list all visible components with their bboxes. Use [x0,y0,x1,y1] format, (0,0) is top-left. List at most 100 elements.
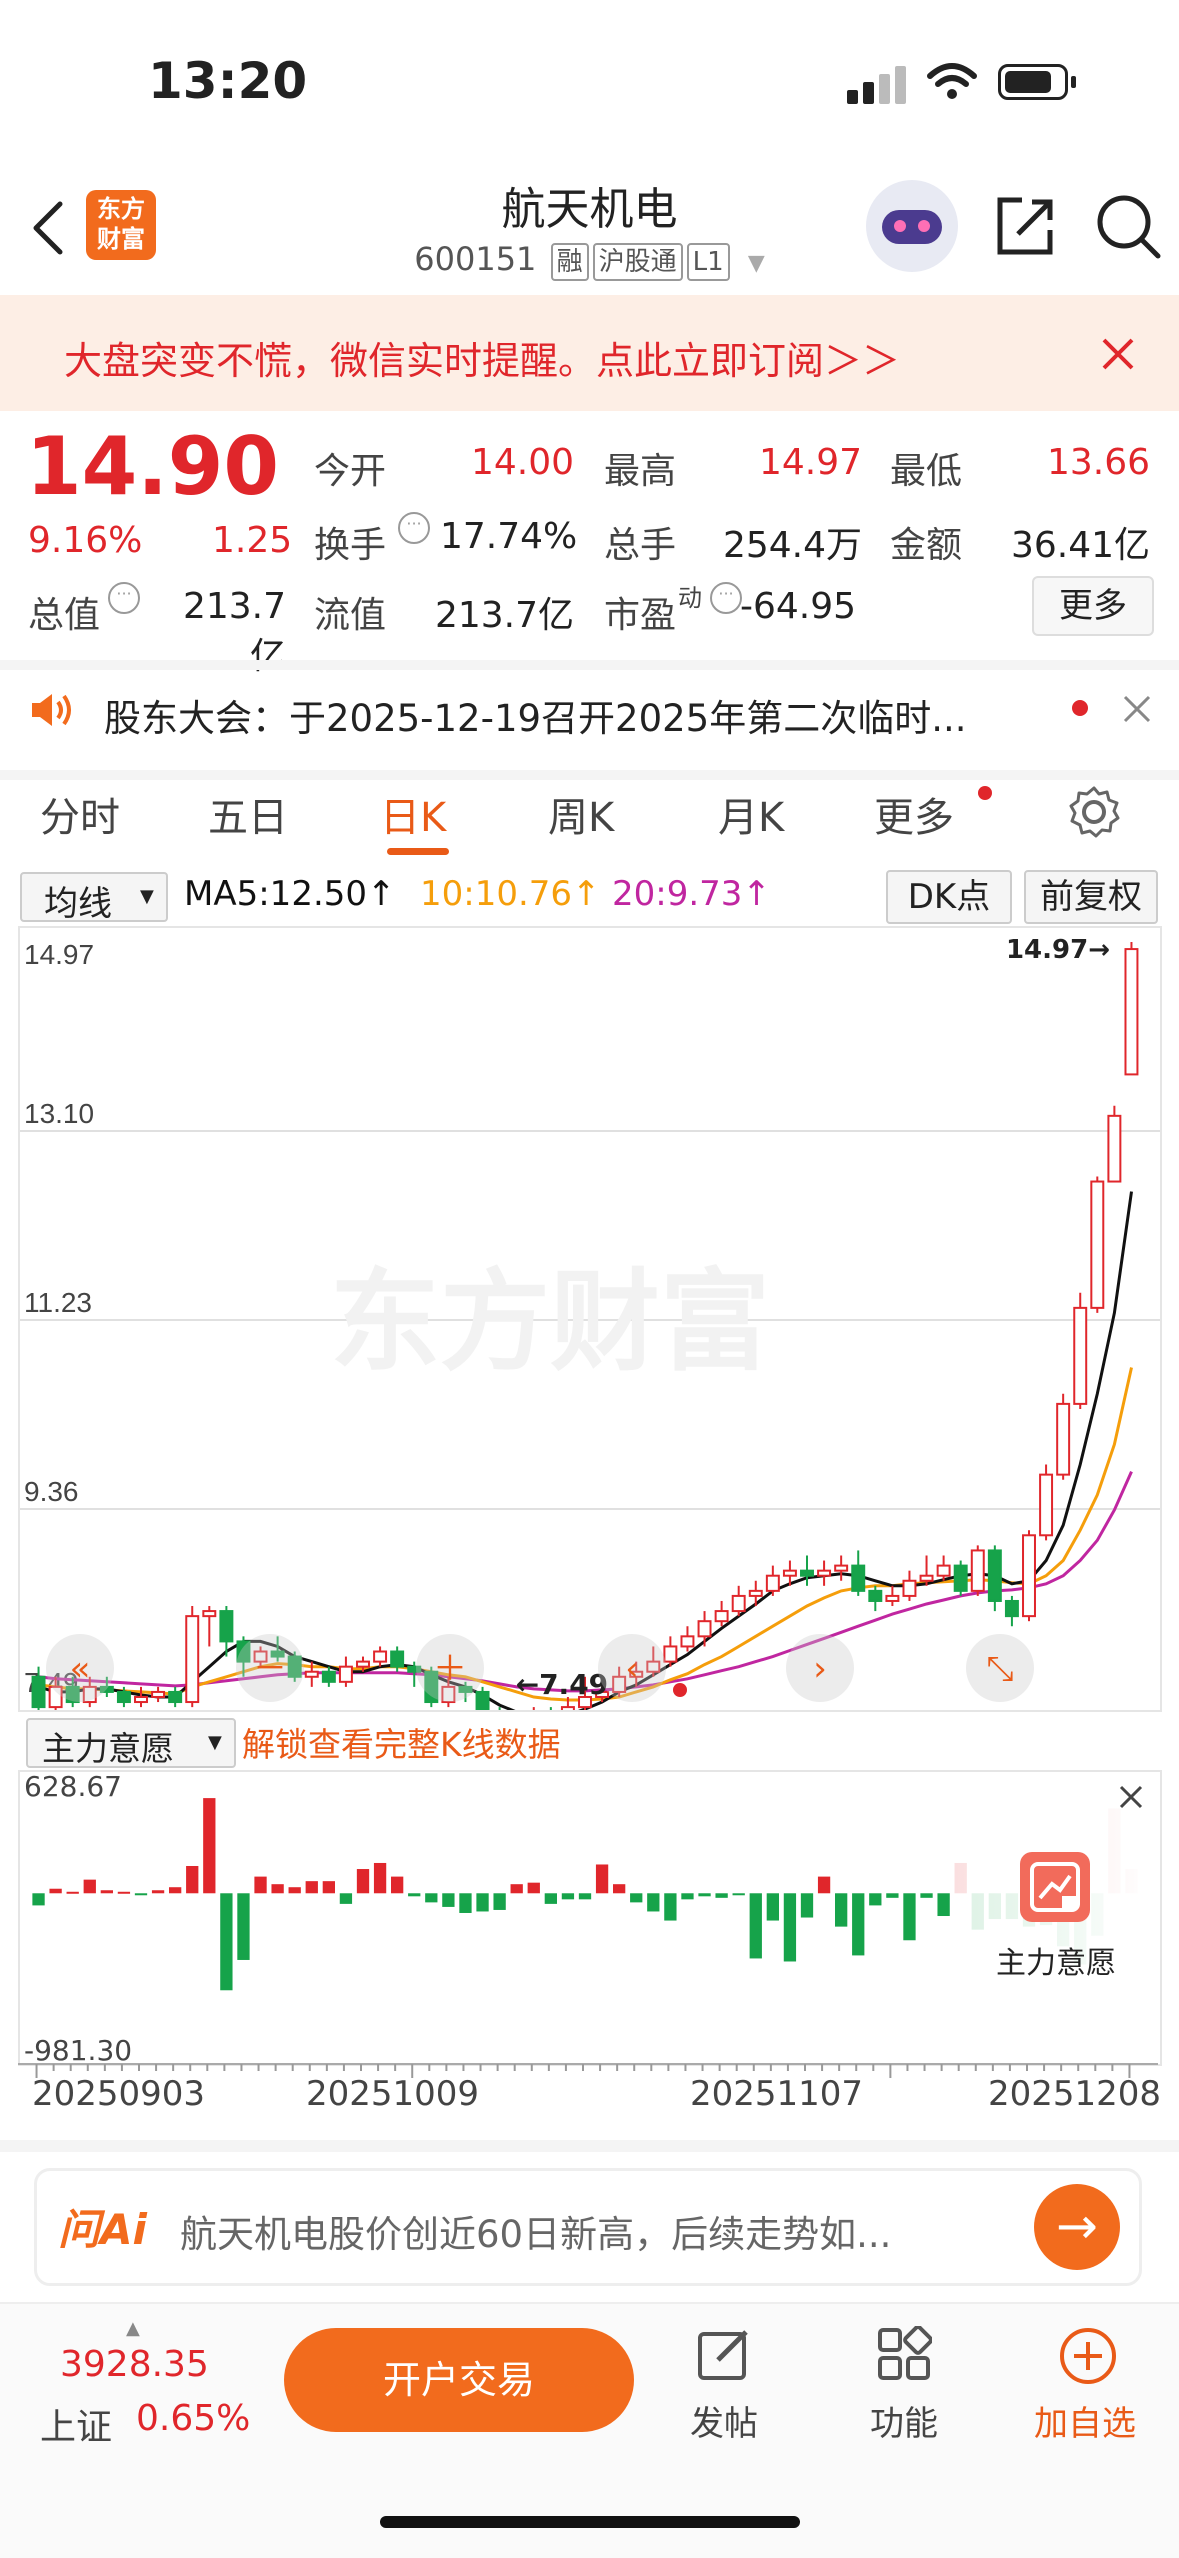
main-force-app-icon[interactable] [1020,1852,1090,1922]
ai-prompt[interactable]: 航天机电股价创近60日新高，后续走势如... [180,2204,1000,2258]
candle [902,1570,917,1601]
chart-nav-glyph: ⤡ [986,1649,1013,1689]
chart-nav-button[interactable]: ⤡ [966,1634,1034,1702]
candle-body [834,1564,849,1572]
pe-sup: 动 [678,584,702,612]
apps-grid-icon[interactable] [876,2326,932,2382]
candle-body [356,1660,370,1668]
ma5-value: MA5:12.50↑ [184,874,396,914]
candle [1124,942,1139,1076]
indicator-select[interactable]: 均线 ▼ [20,872,168,924]
share-icon[interactable] [992,194,1058,260]
main-force-bar [459,1893,472,1913]
change-amount: 1.25 [212,520,293,561]
chart-nav-button[interactable]: ‹ [598,1634,666,1702]
assistant-avatar[interactable] [866,180,958,272]
tab-daily-k[interactable]: 日K [380,785,446,843]
function-label[interactable]: 功能 [870,2396,938,2445]
candle [919,1555,934,1586]
banner-text[interactable]: 大盘突变不慌，微信实时提醒。点此立即订阅＞＞ [64,330,900,385]
dk-point-button[interactable]: DK点 [886,870,1012,924]
candle [151,1686,166,1703]
candle-body [116,1690,131,1704]
search-icon[interactable] [1094,192,1162,260]
candle [936,1555,951,1581]
index-change[interactable]: 0.65% [136,2398,250,2439]
candle [697,1611,712,1647]
candle-body [953,1564,968,1592]
index-name[interactable]: 上证 [40,2398,112,2450]
candle-body [1004,1599,1019,1618]
y-tick-label: 14.97 [24,939,94,970]
settings-gear-icon[interactable] [1066,784,1122,840]
main-force-bar [613,1884,626,1894]
candle-body [800,1569,814,1577]
add-circle-icon[interactable] [1058,2326,1118,2386]
main-force-bar [817,1876,831,1894]
high-value: 14.97 [758,442,862,483]
post-label[interactable]: 发帖 [690,2396,758,2445]
main-force-bar [920,1893,933,1898]
candle [373,1646,388,1667]
amount-value: 36.41亿 [1010,525,1150,566]
info-icon[interactable]: ··· [108,582,140,614]
close-icon[interactable] [1118,1784,1144,1810]
add-watchlist-label[interactable]: 加自选 [1034,2396,1136,2445]
x-label-2: 20251009 [306,2074,480,2114]
chart-nav-glyph: « [70,1649,91,1689]
main-force-select[interactable]: 主力意愿 ▼ [26,1718,236,1768]
tab-intraday[interactable]: 分时 [40,785,120,843]
chart-nav-button[interactable]: － [236,1634,304,1702]
candle-body [817,1569,832,1577]
candle [834,1555,849,1581]
close-icon[interactable] [1122,694,1152,724]
tab-five-day[interactable]: 五日 [208,785,288,843]
stock-code: 600151 [414,240,537,278]
main-force-bar [169,1887,182,1894]
info-icon[interactable]: ··· [710,582,742,614]
wifi-icon [927,63,977,99]
speaker-icon [32,694,71,726]
notice-text[interactable]: 股东大会：于2025-12-19召开2025年第二次临时... [104,688,1024,742]
candle-body [373,1650,388,1663]
main-force-bar [288,1887,301,1894]
open-account-trade-button[interactable]: 开户交易 [284,2328,634,2432]
tab-more[interactable]: 更多 [874,785,954,843]
candle-body [338,1665,353,1683]
close-icon[interactable] [1100,336,1136,372]
unlock-link[interactable]: 解锁查看完整K线数据 [242,1718,561,1766]
pe-value: -64.95 [740,586,857,627]
info-icon[interactable]: ··· [398,512,430,544]
main-force-bar [32,1893,45,1906]
chart-nav-button[interactable]: › [786,1634,854,1702]
arrow-right-icon[interactable]: → [1034,2184,1120,2270]
candle [714,1600,729,1627]
chart-nav-button[interactable]: ＋ [416,1634,484,1702]
candle-body [987,1549,1002,1602]
candle-body [782,1569,797,1577]
compose-icon[interactable] [696,2326,752,2382]
main-force-bar [237,1893,250,1960]
candle-body [765,1574,780,1592]
new-dot [978,786,992,800]
tab-weekly-k[interactable]: 周K [548,785,614,843]
tab-monthly-k[interactable]: 月K [718,785,784,843]
chart-nav-button[interactable]: « [46,1634,114,1702]
candle-body [134,1695,148,1704]
candle-body [1107,1114,1122,1183]
candle-body [31,1675,46,1709]
main-force-bar [886,1893,899,1898]
kline-chart[interactable]: 14.9713.1011.239.367.49东方财富14.97→←7.49«－… [18,926,1162,1712]
index-value[interactable]: 3928.35 [60,2344,209,2385]
ma10-line [38,1367,1133,1702]
main-force-bar [151,1890,165,1894]
candle-body [902,1579,917,1597]
main-force-bar [852,1893,865,1956]
more-quote-button[interactable]: 更多 [1032,576,1154,636]
adjust-button[interactable]: 前复权 [1024,870,1158,924]
candle-body [868,1589,883,1602]
battery-icon [998,64,1068,100]
turnover-value: 17.74% [440,516,578,557]
main-force-badge-label: 主力意愿 [996,1946,1116,1981]
main-force-bar [578,1893,592,1900]
